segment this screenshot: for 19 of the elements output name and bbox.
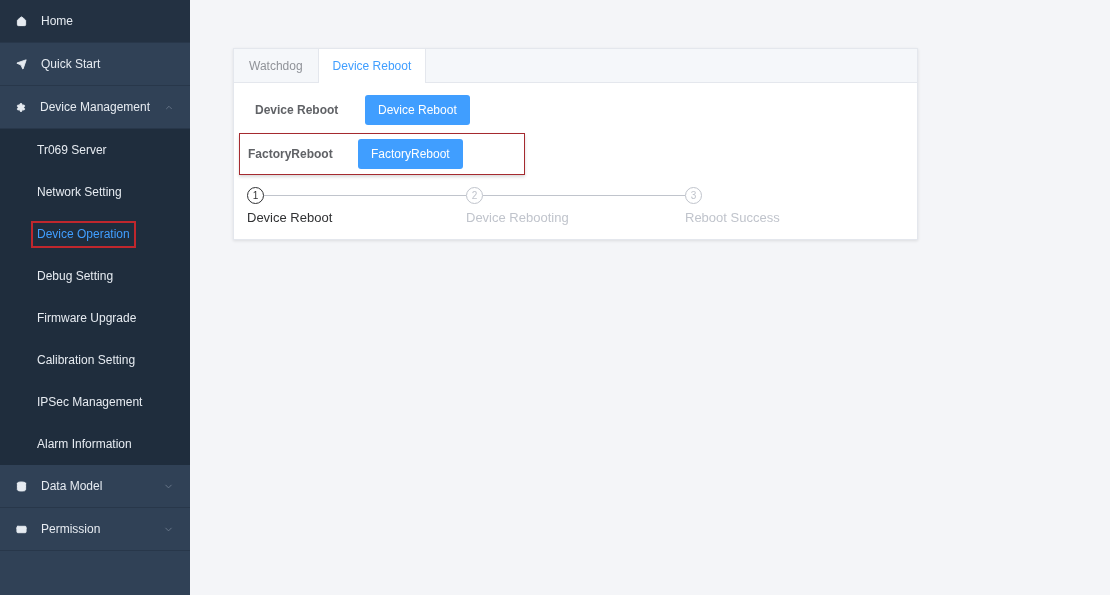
menu-item[interactable]: Home [0,0,190,43]
submenu-item[interactable]: IPSec Management [31,388,149,416]
submenu-item[interactable]: Device Operation [31,220,136,248]
step-label: Reboot Success [685,210,781,225]
step-label: Device Rebooting [466,210,570,225]
gear-icon [16,101,26,113]
field-label: Device Reboot [255,103,340,117]
submenu-item[interactable]: Calibration Setting [31,346,142,374]
submenu-item[interactable]: Firmware Upgrade [31,304,143,332]
home-icon [16,15,27,27]
submenu-item[interactable]: Alarm Information [31,430,138,458]
submenu-item[interactable]: Network Setting [31,178,128,206]
database-icon [16,480,27,492]
step-label: Device Reboot [247,210,334,225]
send-icon [16,58,27,70]
field-label: FactoryReboot [248,147,334,161]
submenu-item[interactable]: Tr069 Server [31,136,113,164]
submenu-item[interactable]: Debug Setting [31,262,120,290]
card-icon [16,523,27,535]
